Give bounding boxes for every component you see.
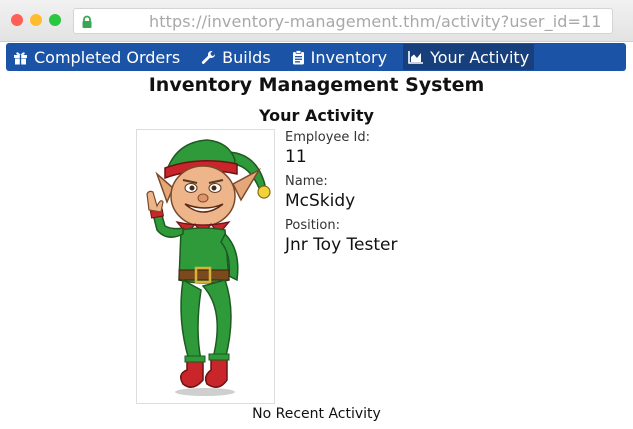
profile-image xyxy=(136,129,275,404)
page-title: Inventory Management System xyxy=(148,74,485,96)
minimize-window-button[interactable] xyxy=(30,14,42,26)
employee-id-label: Employee Id: xyxy=(285,130,370,145)
name-label: Name: xyxy=(285,174,328,189)
lock-icon xyxy=(82,15,92,28)
nav-completed-orders-label: Completed Orders xyxy=(34,47,181,67)
nav-completed-orders[interactable]: Completed Orders xyxy=(8,44,185,70)
nav-inventory-label: Inventory xyxy=(310,47,388,67)
maximize-window-button[interactable] xyxy=(49,14,61,26)
section-title: Your Activity xyxy=(259,106,374,125)
gift-icon xyxy=(14,51,27,65)
nav-your-activity[interactable]: Your Activity xyxy=(403,44,535,70)
employee-id-value: 11 xyxy=(285,147,307,167)
main-navbar: Completed Orders Builds Inventory Your A… xyxy=(6,43,626,71)
address-bar[interactable]: https://inventory-management.thm/activit… xyxy=(73,8,613,34)
nav-builds[interactable]: Builds xyxy=(196,44,276,70)
wrench-icon xyxy=(202,50,216,64)
name-value: McSkidy xyxy=(285,191,356,211)
nav-your-activity-label: Your Activity xyxy=(430,47,530,67)
close-window-button[interactable] xyxy=(11,14,23,26)
employee-details: Employee Id: 11 Name: McSkidy Position: … xyxy=(285,130,397,262)
position-label: Position: xyxy=(285,218,340,233)
browser-toolbar: https://inventory-management.thm/activit… xyxy=(0,0,633,42)
clipboard-icon xyxy=(292,49,304,64)
nav-inventory[interactable]: Inventory xyxy=(287,44,392,70)
url-text[interactable]: https://inventory-management.thm/activit… xyxy=(149,12,602,31)
area-chart-icon xyxy=(408,51,424,64)
elf-illustration xyxy=(146,139,271,396)
nav-builds-label: Builds xyxy=(222,47,271,67)
no-activity-message: No Recent Activity xyxy=(252,406,381,422)
position-value: Jnr Toy Tester xyxy=(285,235,398,255)
